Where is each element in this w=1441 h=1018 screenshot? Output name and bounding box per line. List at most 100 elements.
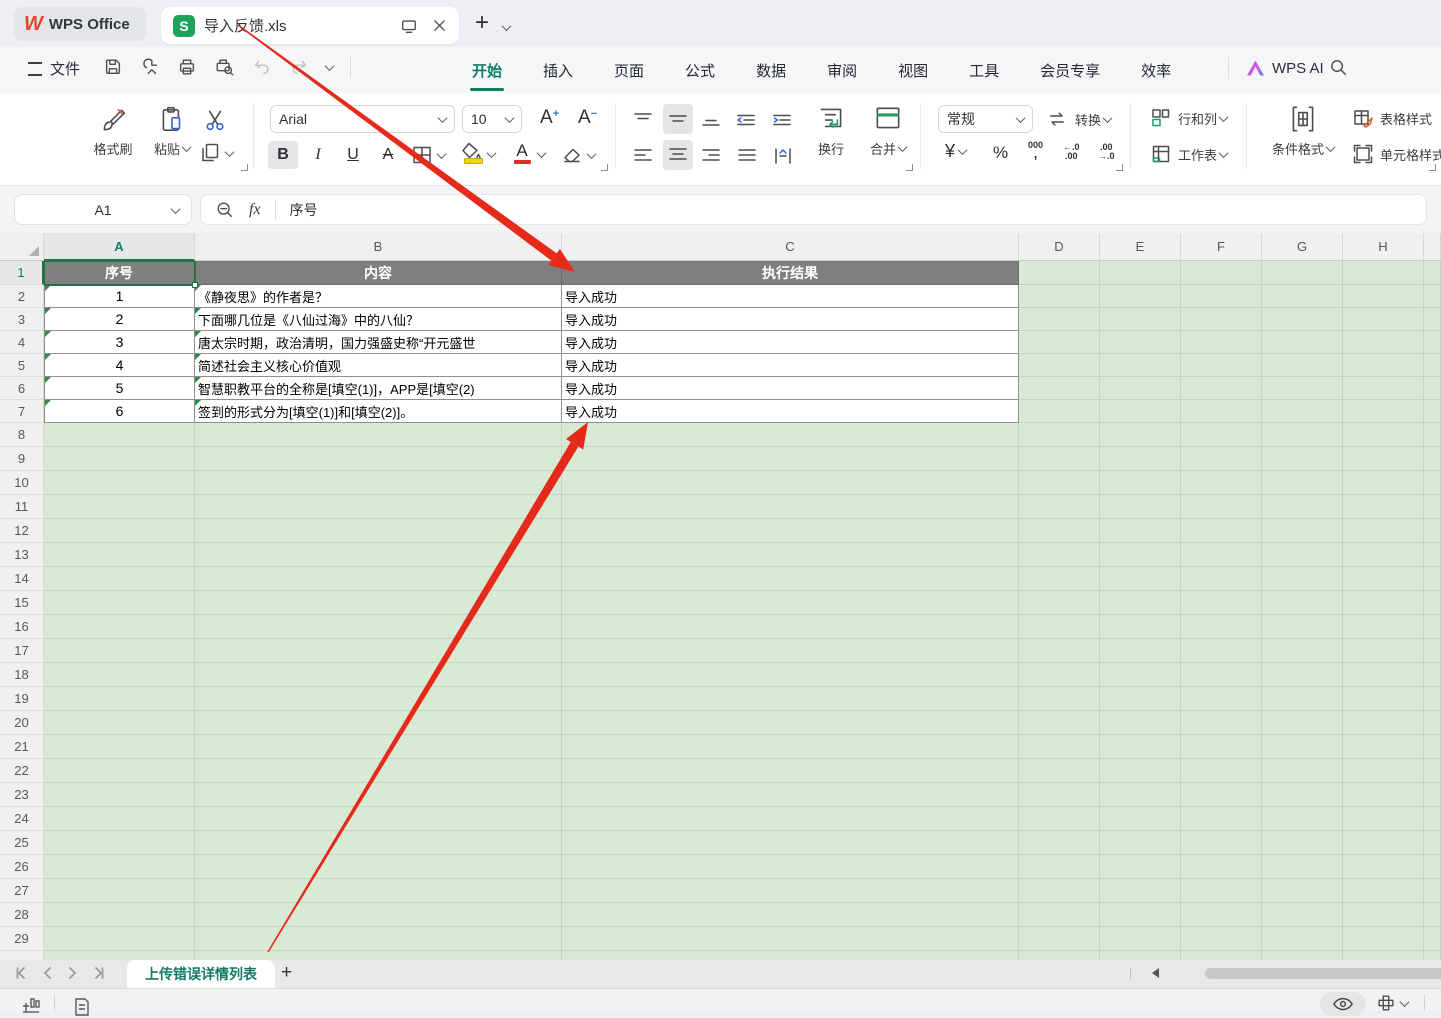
zoom-minus-icon[interactable]	[215, 200, 235, 220]
cell[interactable]	[1343, 261, 1424, 285]
cell[interactable]	[1100, 807, 1181, 831]
cell[interactable]	[1019, 591, 1100, 615]
decrease-decimal-button[interactable]: .00→.0	[1098, 143, 1115, 161]
row-header-20[interactable]: 20	[0, 711, 44, 735]
row-header-28[interactable]: 28	[0, 903, 44, 927]
cell[interactable]	[1181, 519, 1262, 543]
cell[interactable]	[195, 735, 562, 759]
cell[interactable]	[1343, 687, 1424, 711]
document-tab[interactable]: S 导入反馈.xls	[161, 7, 459, 44]
italic-button[interactable]: I	[303, 141, 333, 169]
cell[interactable]	[1100, 331, 1181, 354]
align-middle-button[interactable]	[663, 104, 693, 134]
cell[interactable]	[195, 591, 562, 615]
cell[interactable]	[1343, 951, 1424, 960]
cut-button[interactable]	[202, 107, 228, 133]
cell[interactable]	[1100, 663, 1181, 687]
cell[interactable]	[562, 615, 1019, 639]
cell[interactable]	[195, 519, 562, 543]
cell[interactable]	[562, 447, 1019, 471]
cell[interactable]	[1100, 519, 1181, 543]
grid-pad-button[interactable]	[1376, 993, 1408, 1013]
print-preview-icon[interactable]	[214, 57, 235, 77]
row-header-23[interactable]: 23	[0, 783, 44, 807]
cell[interactable]	[44, 591, 195, 615]
cell[interactable]	[195, 903, 562, 927]
row-header-18[interactable]: 18	[0, 663, 44, 687]
cell[interactable]	[1019, 879, 1100, 903]
cell[interactable]	[44, 687, 195, 711]
cell[interactable]	[1262, 308, 1343, 331]
cell[interactable]	[1424, 855, 1441, 879]
cell[interactable]	[44, 759, 195, 783]
cell[interactable]	[1343, 711, 1424, 735]
cell[interactable]	[1100, 711, 1181, 735]
cell[interactable]	[1181, 927, 1262, 951]
cell[interactable]	[1181, 783, 1262, 807]
menu-item-3[interactable]: 公式	[683, 56, 717, 85]
row-header-4[interactable]: 4	[0, 331, 44, 354]
cell[interactable]	[1424, 663, 1441, 687]
cell[interactable]	[1424, 285, 1441, 308]
cell[interactable]	[562, 567, 1019, 591]
cell[interactable]	[44, 831, 195, 855]
table-data-cell[interactable]: 5	[44, 377, 195, 400]
thousands-separator-button[interactable]: 000,	[1028, 141, 1043, 158]
cell[interactable]	[1343, 423, 1424, 447]
cell[interactable]	[1424, 879, 1441, 903]
cell[interactable]	[44, 447, 195, 471]
table-data-cell[interactable]: 导入成功	[562, 331, 1019, 354]
cell[interactable]	[1019, 807, 1100, 831]
cell[interactable]	[1181, 354, 1262, 377]
row-header-15[interactable]: 15	[0, 591, 44, 615]
table-data-cell[interactable]: 导入成功	[562, 285, 1019, 308]
cell[interactable]	[1262, 735, 1343, 759]
cell[interactable]	[1262, 543, 1343, 567]
cell[interactable]	[1181, 663, 1262, 687]
cell[interactable]	[1019, 543, 1100, 567]
cell[interactable]	[1019, 567, 1100, 591]
cell[interactable]	[1424, 331, 1441, 354]
cell[interactable]	[562, 831, 1019, 855]
cell[interactable]	[1019, 261, 1100, 285]
align-bottom-icon[interactable]	[700, 109, 722, 131]
cell[interactable]	[44, 807, 195, 831]
cell[interactable]	[1262, 639, 1343, 663]
cell[interactable]	[1343, 759, 1424, 783]
cell[interactable]	[1343, 471, 1424, 495]
cell[interactable]	[1100, 903, 1181, 927]
cell[interactable]	[1100, 308, 1181, 331]
cell[interactable]	[1343, 400, 1424, 423]
wps-ai-button[interactable]: WPS AI	[1228, 57, 1324, 79]
cell[interactable]	[44, 951, 195, 960]
cell[interactable]	[44, 423, 195, 447]
cell[interactable]	[1424, 927, 1441, 951]
table-data-cell[interactable]: 1	[44, 285, 195, 308]
cell[interactable]	[1343, 354, 1424, 377]
cell[interactable]	[1019, 471, 1100, 495]
cell[interactable]	[1019, 951, 1100, 960]
column-header-D[interactable]: D	[1019, 233, 1100, 261]
cell[interactable]	[1100, 951, 1181, 960]
cell[interactable]	[1181, 261, 1262, 285]
cell[interactable]	[1019, 687, 1100, 711]
column-header-G[interactable]: G	[1262, 233, 1343, 261]
cell[interactable]	[1100, 735, 1181, 759]
cell[interactable]	[195, 831, 562, 855]
cell[interactable]	[1181, 567, 1262, 591]
cell[interactable]	[195, 447, 562, 471]
format-painter-button[interactable]: 格式刷	[88, 105, 138, 158]
row-header-7[interactable]: 7	[0, 400, 44, 423]
cell[interactable]	[1262, 807, 1343, 831]
cell[interactable]	[562, 759, 1019, 783]
cell[interactable]	[195, 879, 562, 903]
cell[interactable]	[44, 879, 195, 903]
column-header-A[interactable]: A	[44, 233, 195, 261]
table-header-cell[interactable]: 内容	[195, 261, 562, 285]
cell[interactable]	[1100, 377, 1181, 400]
cell[interactable]	[562, 663, 1019, 687]
cell[interactable]	[1019, 354, 1100, 377]
cell[interactable]	[1343, 331, 1424, 354]
cell[interactable]	[44, 543, 195, 567]
cell[interactable]	[1343, 285, 1424, 308]
